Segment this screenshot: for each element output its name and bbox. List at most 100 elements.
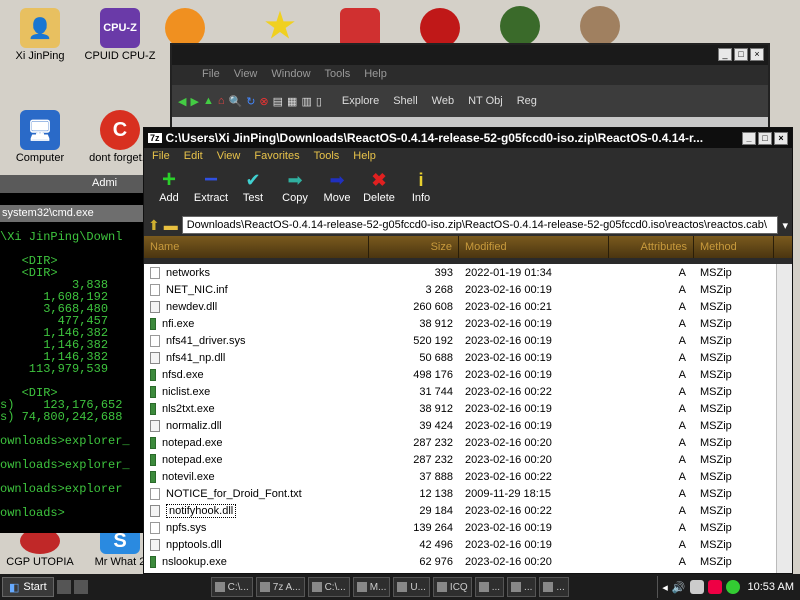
col-name[interactable]: Name xyxy=(144,236,369,258)
desktop-icon-user[interactable]: 👤 Xi JinPing xyxy=(0,8,80,62)
home-icon[interactable]: ⌂ xyxy=(218,95,225,107)
cmd-window[interactable]: Admi \Xi JinPing\Downl <DIR> <DIR> 3,838… xyxy=(0,175,150,533)
explorer-window[interactable]: _ □ × File View Window Tools Help ◀ ▶ ▲ … xyxy=(170,43,770,133)
extract-button[interactable]: − Extract xyxy=(192,168,230,212)
move-button[interactable]: ➡ Move xyxy=(318,168,356,212)
path-input[interactable]: Downloads\ReactOS-0.4.14-release-52-g05f… xyxy=(181,216,779,234)
taskbar-task[interactable]: C:\... xyxy=(307,577,350,597)
minimize-button[interactable]: _ xyxy=(742,131,756,145)
file-row[interactable]: nfsd.exe 498 176 2023-02-16 00:19 A MSZip xyxy=(144,366,776,383)
desktop-icon-tree[interactable] xyxy=(495,6,545,48)
file-row[interactable]: notepad.exe 287 232 2023-02-16 00:20 A MSZip xyxy=(144,434,776,451)
taskbar-task[interactable]: ICQ xyxy=(432,577,472,597)
taskbar-task[interactable]: U... xyxy=(393,577,430,597)
maximize-button[interactable]: □ xyxy=(758,131,772,145)
taskbar-task[interactable]: ... xyxy=(507,577,537,597)
taskbar-task[interactable]: ... xyxy=(474,577,505,597)
file-row[interactable]: nfs41_np.dll 50 688 2023-02-16 00:19 A MSZip xyxy=(144,349,776,366)
col-attributes[interactable]: Attributes xyxy=(609,236,694,258)
refresh-icon[interactable]: ↻ xyxy=(246,95,255,108)
taskbar-task[interactable]: ... xyxy=(539,577,569,597)
add-button[interactable]: + Add xyxy=(150,168,188,212)
file-row[interactable]: normaliz.dll 39 424 2023-02-16 00:19 A MSZip xyxy=(144,417,776,434)
desktop-icon-cpuz[interactable]: CPU-Z CPUID CPU-Z xyxy=(80,8,160,62)
menu-favorites[interactable]: Favorites xyxy=(254,150,299,164)
quicklaunch-icon[interactable] xyxy=(56,580,71,594)
file-row[interactable]: newdev.dll 260 608 2023-02-16 00:21 A MSZip xyxy=(144,298,776,315)
web-button[interactable]: Web xyxy=(432,95,454,107)
search-icon[interactable]: 🔍 xyxy=(228,95,242,108)
info-button[interactable]: i Info xyxy=(402,168,440,212)
explorer-titlebar[interactable]: _ □ × xyxy=(172,45,768,65)
menu-help[interactable]: Help xyxy=(353,150,376,164)
file-row[interactable]: niclist.exe 31 744 2023-02-16 00:22 A MSZip xyxy=(144,383,776,400)
file-row[interactable]: nslookup.exe 62 976 2023-02-16 00:20 A MSZip xyxy=(144,553,776,570)
menu-tools[interactable]: Tools xyxy=(325,68,351,82)
maximize-button[interactable]: □ xyxy=(734,48,748,61)
tray-app-icon[interactable] xyxy=(725,580,740,594)
up-icon[interactable]: ▲ xyxy=(203,95,214,107)
stop-icon[interactable]: ⊗ xyxy=(259,95,268,108)
view-icon[interactable]: ▥ xyxy=(301,95,311,108)
tray-app-icon[interactable] xyxy=(689,580,704,594)
test-button[interactable]: ✔ Test xyxy=(234,168,272,212)
file-row[interactable]: networks 393 2022-01-19 01:34 A MSZip xyxy=(144,264,776,281)
file-row[interactable]: notepad.exe 287 232 2023-02-16 00:20 A MSZip xyxy=(144,451,776,468)
file-row[interactable]: nfs41_driver.sys 520 192 2023-02-16 00:19 A… xyxy=(144,332,776,349)
file-row[interactable]: notevil.exe 37 888 2023-02-16 00:22 A MSZip xyxy=(144,468,776,485)
close-button[interactable]: × xyxy=(750,48,764,61)
file-attributes: A xyxy=(678,385,686,398)
col-modified[interactable]: Modified xyxy=(459,236,609,258)
menu-view[interactable]: View xyxy=(217,150,241,164)
delete-button[interactable]: ✖ Delete xyxy=(360,168,398,212)
menu-file[interactable]: File xyxy=(202,68,220,82)
desktop-icon-star[interactable]: ★ xyxy=(255,6,305,48)
explore-button[interactable]: Explore xyxy=(342,95,379,107)
menu-edit[interactable]: Edit xyxy=(184,150,203,164)
desktop-icon-cgp[interactable]: CGP UTOPIA xyxy=(0,528,80,568)
cmd-titlebar[interactable]: system32\cmd.exe xyxy=(0,205,150,222)
reg-button[interactable]: Reg xyxy=(517,95,537,107)
tray-app-icon[interactable] xyxy=(707,580,722,594)
file-row[interactable]: npptools.dll 42 496 2023-02-16 00:19 A MSZip xyxy=(144,536,776,553)
start-button[interactable]: ◧ Start xyxy=(2,577,54,597)
menu-view[interactable]: View xyxy=(234,68,258,82)
file-row[interactable]: NOTICE_for_Droid_Font.txt 12 138 2009-11-2… xyxy=(144,485,776,502)
menu-file[interactable]: File xyxy=(152,150,170,164)
file-row[interactable]: nls2txt.exe 38 912 2023-02-16 00:19 A MSZip xyxy=(144,400,776,417)
menu-window[interactable]: Window xyxy=(271,68,310,82)
desktop-icon-computer[interactable]: 🖥 Computer xyxy=(0,110,80,164)
forward-icon[interactable]: ▶ xyxy=(190,95,198,108)
menu-help[interactable]: Help xyxy=(364,68,387,82)
volume-icon[interactable]: 🔊 xyxy=(672,581,686,594)
quicklaunch-icon[interactable] xyxy=(73,580,88,594)
close-button[interactable]: × xyxy=(774,131,788,145)
file-row[interactable]: npfs.sys 139 264 2023-02-16 00:19 A MSZip xyxy=(144,519,776,536)
up-folder-icon[interactable]: ⬆ xyxy=(148,217,160,234)
view-icon[interactable]: ▦ xyxy=(287,95,297,108)
minimize-button[interactable]: _ xyxy=(718,48,732,61)
copy-button[interactable]: ➡ Copy xyxy=(276,168,314,212)
col-size[interactable]: Size xyxy=(369,236,459,258)
taskbar-task[interactable]: 7z A... xyxy=(255,577,305,597)
view-icon[interactable]: ▯ xyxy=(316,95,322,108)
view-icon[interactable]: ▤ xyxy=(273,95,283,108)
file-row[interactable]: notifyhook.dll 29 184 2023-02-16 00:22 A MSZ… xyxy=(144,502,776,519)
col-method[interactable]: Method xyxy=(694,236,774,258)
sevenzip-window[interactable]: 7z C:\Users\Xi JinPing\Downloads\ReactOS… xyxy=(143,127,793,600)
back-icon[interactable]: ◀ xyxy=(178,95,186,108)
taskbar-task[interactable]: M... xyxy=(352,577,391,597)
clock[interactable]: 10:53 AM xyxy=(748,581,794,593)
sevenzip-titlebar[interactable]: 7z C:\Users\Xi JinPing\Downloads\ReactOS… xyxy=(144,128,792,148)
vertical-scrollbar[interactable] xyxy=(776,264,792,600)
taskbar-task[interactable]: C:\... xyxy=(210,577,253,597)
show-desktop-icon[interactable]: ◂ xyxy=(662,581,668,594)
shell-button[interactable]: Shell xyxy=(393,95,417,107)
ntobj-button[interactable]: NT Obj xyxy=(468,95,503,107)
menu-tools[interactable]: Tools xyxy=(314,150,340,164)
admin-cmd-tab[interactable]: Admi xyxy=(88,175,150,193)
chevron-down-icon[interactable]: ▾ xyxy=(782,219,788,232)
desktop-icon-portrait[interactable] xyxy=(575,6,625,48)
file-row[interactable]: NET_NIC.inf 3 268 2023-02-16 00:19 A MSZip xyxy=(144,281,776,298)
file-row[interactable]: nfi.exe 38 912 2023-02-16 00:19 A MSZip xyxy=(144,315,776,332)
